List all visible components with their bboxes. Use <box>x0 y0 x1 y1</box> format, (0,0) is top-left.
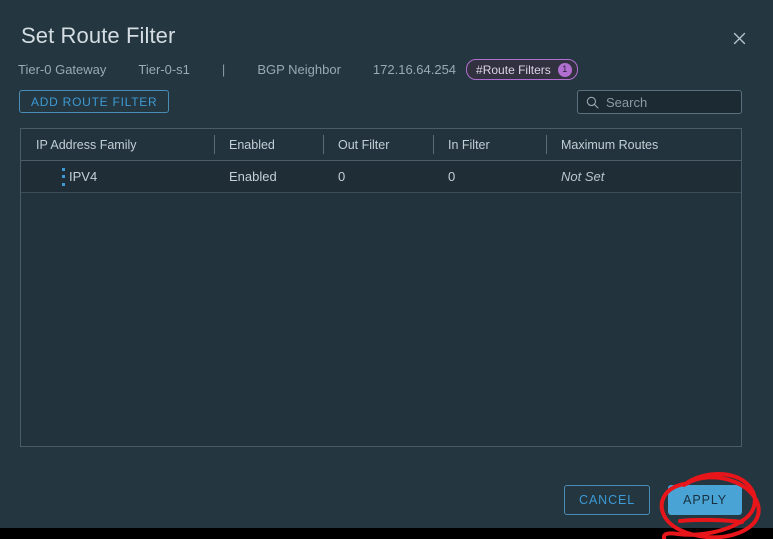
bottom-black-strip <box>0 528 773 539</box>
cell-maximum-routes: Not Set <box>561 169 605 184</box>
route-filters-chip[interactable]: #Route Filters 1 <box>466 59 578 80</box>
breadcrumb-neighbor-ip: 172.16.64.254 <box>372 62 457 77</box>
set-route-filter-dialog: Set Route Filter Tier-0 Gateway Tier-0-s… <box>0 0 773 528</box>
apply-button[interactable]: APPLY <box>668 485 742 515</box>
cancel-button[interactable]: CANCEL <box>564 485 651 515</box>
close-icon[interactable] <box>729 28 749 48</box>
kebab-menu-icon[interactable] <box>56 167 70 186</box>
dialog-footer: CANCEL APPLY <box>564 485 742 515</box>
cell-in-filter: 0 <box>448 169 456 184</box>
breadcrumb-neighbor-label: BGP Neighbor <box>257 62 341 77</box>
page-title: Set Route Filter <box>21 23 176 48</box>
breadcrumb-separator: | <box>221 62 226 77</box>
route-filters-chip-count: 1 <box>557 62 572 77</box>
column-header-enabled[interactable]: Enabled <box>214 129 323 160</box>
table-header-row: IP Address Family Enabled Out Filter In … <box>21 129 741 161</box>
column-header-ip-address-family[interactable]: IP Address Family <box>21 129 214 160</box>
search-icon <box>586 96 599 109</box>
route-filters-chip-label: #Route Filters <box>476 62 551 77</box>
column-header-in-filter[interactable]: In Filter <box>433 129 546 160</box>
breadcrumb-gateway-label: Tier-0 Gateway <box>18 62 107 77</box>
table-row[interactable]: IPV4 Enabled 0 0 Not Set <box>21 161 741 193</box>
cell-enabled: Enabled <box>229 169 277 184</box>
column-header-out-filter[interactable]: Out Filter <box>323 129 433 160</box>
cell-ip-address-family: IPV4 <box>69 169 98 184</box>
add-route-filter-button[interactable]: ADD ROUTE FILTER <box>19 90 170 113</box>
cell-out-filter: 0 <box>338 169 346 184</box>
table-body: IPV4 Enabled 0 0 Not Set <box>21 161 741 193</box>
breadcrumb-gateway-value: Tier-0-s1 <box>138 62 190 77</box>
route-filters-table: IP Address Family Enabled Out Filter In … <box>20 128 742 447</box>
breadcrumb: Tier-0 Gateway Tier-0-s1 | BGP Neighbor … <box>18 59 578 80</box>
column-header-maximum-routes[interactable]: Maximum Routes <box>546 129 741 160</box>
search-input[interactable] <box>606 94 773 110</box>
search-box[interactable] <box>577 90 773 114</box>
